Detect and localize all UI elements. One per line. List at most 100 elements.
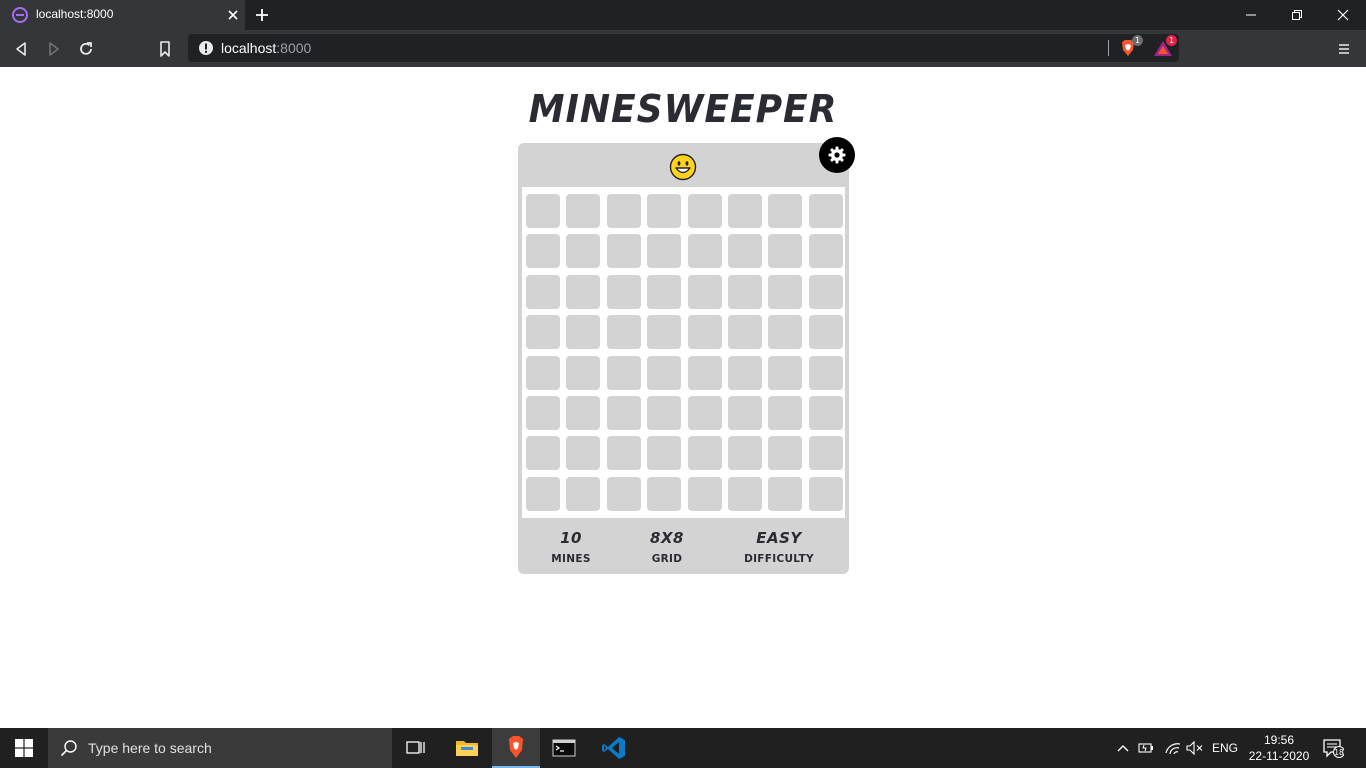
browser-tab[interactable]: localhost:8000 [0, 0, 245, 30]
wifi-icon[interactable] [1164, 740, 1182, 756]
grid-cell[interactable] [566, 315, 601, 350]
notification-count: 18 [1334, 748, 1344, 757]
close-tab-icon[interactable] [226, 8, 240, 22]
grid-cell[interactable] [647, 194, 682, 228]
grid-cell[interactable] [526, 436, 560, 471]
grid-cell[interactable] [808, 436, 843, 471]
url-text[interactable]: localhost:8000 [221, 40, 311, 56]
grid-cell[interactable] [687, 274, 722, 309]
grid-cell[interactable] [647, 436, 682, 471]
grid-cell[interactable] [768, 355, 803, 390]
grid-cell[interactable] [808, 395, 843, 430]
grid-cell[interactable] [566, 476, 601, 511]
grid-cell[interactable] [687, 395, 722, 430]
page-content: MINESWEEPER 10 MINES 8X8 GRID EASY DIFFI… [0, 67, 1366, 728]
grid-cell[interactable] [687, 315, 722, 350]
grid-cell[interactable] [727, 395, 762, 430]
grid-cell[interactable] [808, 234, 843, 269]
grid-cell[interactable] [687, 234, 722, 269]
taskbar-search[interactable]: Type here to search [48, 728, 392, 768]
grid-cell[interactable] [727, 274, 762, 309]
grid-cell[interactable] [687, 476, 722, 511]
grid-cell[interactable] [526, 234, 560, 269]
grid-cell[interactable] [566, 194, 601, 228]
vscode-button[interactable] [590, 728, 638, 768]
address-bar[interactable]: localhost:8000 1 1 [188, 34, 1179, 62]
menu-icon[interactable] [1335, 40, 1353, 58]
grid-cell[interactable] [687, 194, 722, 228]
grid-cell[interactable] [768, 234, 803, 269]
clock[interactable]: 19:56 22-11-2020 [1244, 732, 1314, 764]
grid-cell[interactable] [606, 234, 641, 269]
grid-cell[interactable] [647, 476, 682, 511]
close-window-button[interactable] [1320, 0, 1366, 30]
grid-cell[interactable] [727, 315, 762, 350]
grid-cell[interactable] [808, 315, 843, 350]
grid-cell[interactable] [727, 234, 762, 269]
grid-cell[interactable] [566, 234, 601, 269]
grid-cell[interactable] [566, 436, 601, 471]
forward-icon[interactable] [45, 40, 63, 58]
grid-cell[interactable] [647, 355, 682, 390]
grid-cell[interactable] [526, 355, 560, 390]
grid-cell[interactable] [647, 395, 682, 430]
grid-cell[interactable] [606, 355, 641, 390]
reload-icon[interactable] [77, 40, 95, 58]
grid-cell[interactable] [647, 274, 682, 309]
grid-cell[interactable] [647, 315, 682, 350]
smiley-face-icon[interactable] [669, 153, 697, 181]
grid-cell[interactable] [727, 355, 762, 390]
grid-cell[interactable] [526, 476, 560, 511]
language-indicator[interactable]: ENG [1212, 741, 1238, 757]
grid-cell[interactable] [566, 355, 601, 390]
file-explorer-button[interactable] [443, 728, 491, 768]
grid-cell[interactable] [808, 194, 843, 228]
difficulty-label: DIFFICULTY [744, 553, 814, 565]
stat-difficulty: EASY DIFFICULTY [736, 529, 822, 565]
grid-cell[interactable] [606, 194, 641, 228]
grid-cell[interactable] [808, 476, 843, 511]
grid-cell[interactable] [606, 436, 641, 471]
minimize-button[interactable] [1228, 0, 1274, 30]
back-icon[interactable] [12, 40, 30, 58]
grid-cell[interactable] [566, 395, 601, 430]
terminal-button[interactable] [540, 728, 588, 768]
grid-cell[interactable] [606, 315, 641, 350]
grid-cell[interactable] [768, 315, 803, 350]
grid-cell[interactable] [606, 476, 641, 511]
grid-cell[interactable] [768, 194, 803, 228]
new-tab-icon[interactable] [254, 7, 270, 23]
notification-center-icon[interactable]: 18 [1322, 738, 1344, 758]
speaker-muted-icon[interactable] [1186, 740, 1204, 756]
battery-icon[interactable] [1138, 740, 1156, 756]
task-view-icon [406, 741, 425, 754]
chevron-up-icon[interactable] [1116, 740, 1130, 756]
grid-cell[interactable] [768, 395, 803, 430]
grid-cell[interactable] [727, 476, 762, 511]
task-view-button[interactable] [392, 728, 440, 768]
grid-cell[interactable] [687, 355, 722, 390]
grid-cell[interactable] [687, 436, 722, 471]
grid-cell[interactable] [526, 315, 560, 350]
brave-browser-button[interactable] [492, 728, 540, 768]
grid-cell[interactable] [808, 274, 843, 309]
grid-cell[interactable] [526, 194, 560, 228]
grid-cell[interactable] [606, 274, 641, 309]
grid-cell[interactable] [808, 355, 843, 390]
grid-cell[interactable] [526, 274, 560, 309]
restore-button[interactable] [1274, 0, 1320, 30]
bookmark-icon[interactable] [156, 40, 174, 58]
grid-cell[interactable] [768, 274, 803, 309]
grid-cell[interactable] [768, 436, 803, 471]
grid-cell[interactable] [647, 234, 682, 269]
grid-cell[interactable] [768, 476, 803, 511]
start-button[interactable] [0, 728, 48, 768]
grid-cell[interactable] [727, 436, 762, 471]
grid-cell[interactable] [526, 395, 560, 430]
grid-cell[interactable] [606, 395, 641, 430]
grid-cell[interactable] [566, 274, 601, 309]
grid-cell[interactable] [727, 194, 762, 228]
url-port: :8000 [276, 40, 312, 56]
settings-button[interactable] [819, 137, 855, 173]
site-info-icon[interactable] [198, 40, 214, 56]
